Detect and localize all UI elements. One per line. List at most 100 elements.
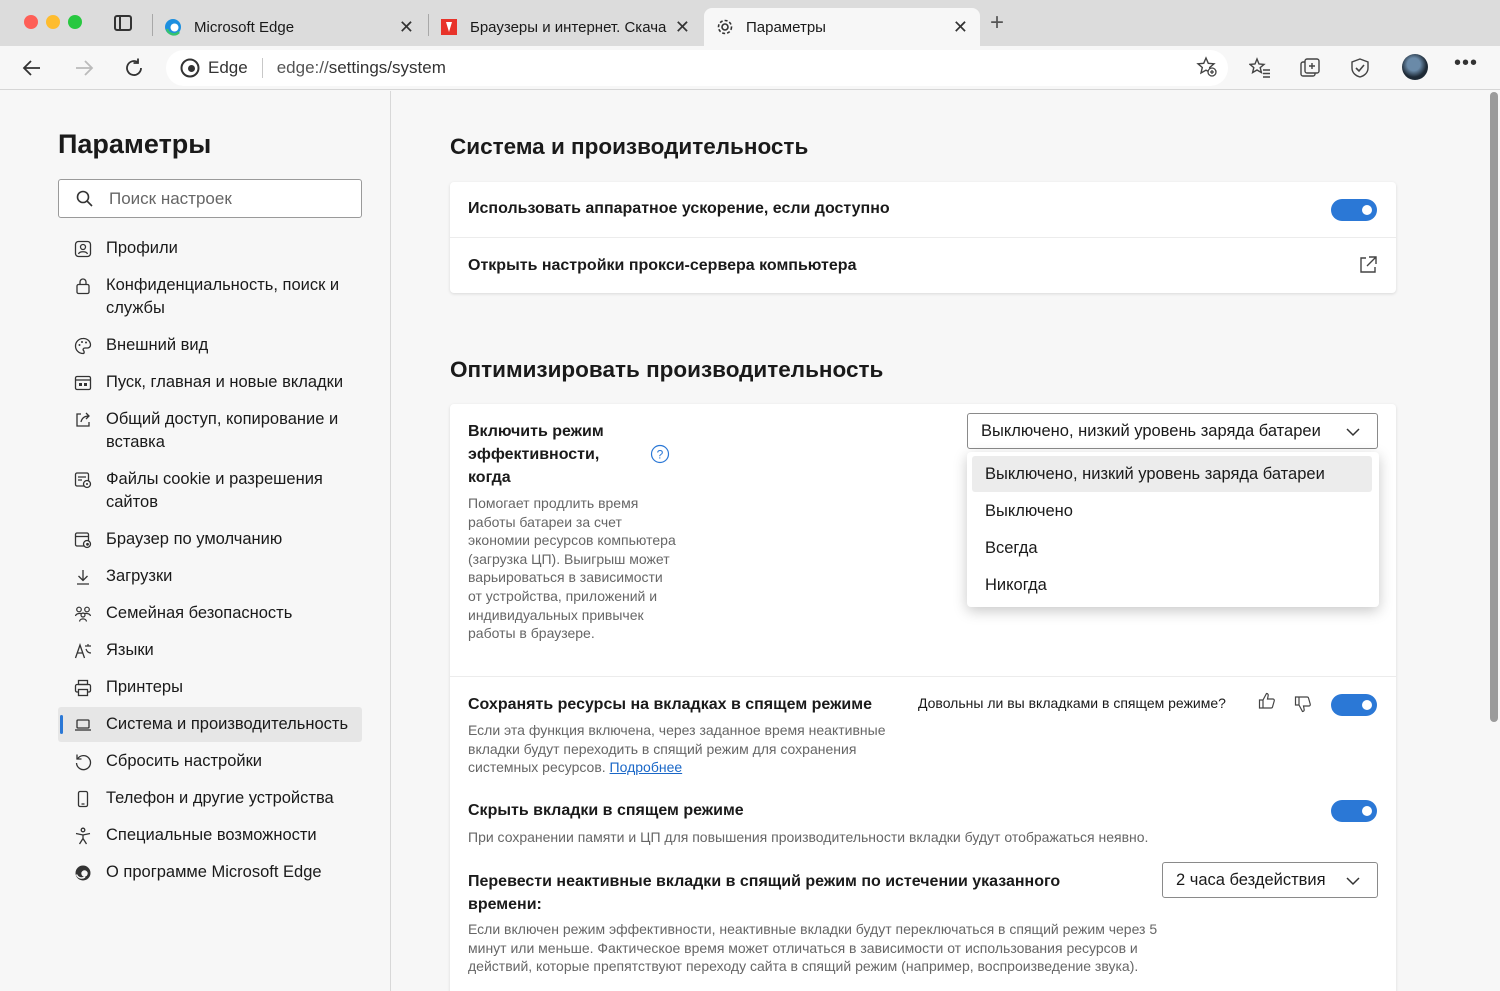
feedback-question: Довольны ли вы вкладками в спящем режиме…	[918, 695, 1226, 711]
sidebar-item-label: Семейная безопасность	[106, 604, 293, 622]
efficiency-mode-select[interactable]: Выключено, низкий уровень заряда батареи	[967, 413, 1378, 449]
external-link-icon[interactable]	[1358, 255, 1378, 280]
close-icon[interactable]: ✕	[399, 17, 414, 38]
learn-more-link[interactable]: Подробнее	[610, 759, 683, 775]
sidebar-item-label: Пуск, главная и новые вкладки	[106, 373, 344, 391]
toolbar: Edge edge:// settings/system •••	[0, 46, 1500, 90]
chevron-down-icon	[1345, 424, 1361, 445]
dropdown-option[interactable]: Выключено, низкий уровень заряда батареи	[972, 456, 1372, 492]
fade-tabs-toggle[interactable]	[1331, 800, 1377, 822]
sidebar-item-label: Внешний вид	[106, 336, 209, 354]
efficiency-mode-selected: Выключено, низкий уровень заряда батареи	[981, 421, 1321, 440]
address-brand: Edge	[208, 58, 248, 77]
row-divider	[450, 237, 1396, 238]
share-icon	[73, 408, 93, 431]
tab-title: Параметры	[746, 18, 826, 36]
avatar[interactable]	[1402, 54, 1428, 80]
sidebar-item-start-home[interactable]: Пуск, главная и новые вкладки	[58, 365, 362, 400]
dropdown-option[interactable]: Никогда	[972, 567, 1372, 603]
dropdown-option[interactable]: Всегда	[972, 530, 1372, 566]
profile-icon	[73, 237, 93, 260]
search-box[interactable]	[58, 179, 362, 218]
tab-settings[interactable]: Параметры ✕	[704, 8, 980, 46]
sidebar-item-languages[interactable]: Языки	[58, 633, 362, 668]
refresh-button[interactable]	[120, 54, 148, 82]
address-bar[interactable]: Edge edge:// settings/system	[166, 50, 1228, 86]
more-options-icon[interactable]: •••	[1454, 52, 1478, 75]
phone-icon	[73, 787, 93, 810]
sleeping-tabs-description: Если эта функция включена, через заданно…	[468, 721, 908, 777]
url-path: settings/system	[328, 58, 446, 77]
efficiency-mode-label: Включить режим эффективности, когда	[468, 423, 604, 486]
sleeping-tabs-toggle[interactable]	[1331, 694, 1377, 716]
close-icon[interactable]: ✕	[675, 17, 690, 38]
sidebar-item-cookies[interactable]: Файлы cookie и разрешения сайтов	[58, 462, 362, 520]
accessibility-icon	[73, 824, 93, 847]
sidebar-item-accessibility[interactable]: Специальные возможности	[58, 818, 362, 853]
tab-title: Microsoft Edge	[194, 18, 295, 36]
help-icon[interactable]: ?	[650, 444, 670, 469]
sidebar-item-share[interactable]: Общий доступ, копирование и вставка	[58, 402, 362, 460]
refresh-icon	[126, 58, 142, 76]
sleep-timeout-select[interactable]: 2 часа бездействия	[1162, 862, 1378, 898]
sidebar-item-phone[interactable]: Телефон и другие устройства	[58, 781, 362, 816]
sidebar-item-appearance[interactable]: Внешний вид	[58, 328, 362, 363]
tab-downloads-site[interactable]: Браузеры и интернет. Скача ✕	[440, 8, 702, 46]
back-arrow-icon	[22, 60, 40, 76]
thumbs-up-icon[interactable]	[1256, 690, 1278, 712]
hardware-accel-toggle[interactable]	[1331, 199, 1377, 221]
sidebar-item-label: Общий доступ, копирование и вставка	[106, 410, 339, 451]
svg-text:?: ?	[657, 448, 664, 462]
download-icon	[73, 565, 93, 588]
home-tabs-icon	[73, 371, 93, 394]
sidebar-item-default-browser[interactable]: Браузер по умолчанию	[58, 522, 362, 557]
sidebar-item-label: Телефон и другие устройства	[106, 789, 334, 807]
settings-content: Система и производительность Использоват…	[392, 91, 1500, 991]
sidebar-item-family[interactable]: Семейная безопасность	[58, 596, 362, 631]
cookie-permissions-icon	[73, 468, 93, 491]
sidebar-item-label: Языки	[106, 641, 154, 659]
sidebar-item-reset[interactable]: Сбросить настройки	[58, 744, 362, 779]
system-card: Использовать аппаратное ускорение, если …	[450, 182, 1396, 293]
row-divider	[450, 676, 1396, 677]
tab-separator	[428, 14, 429, 36]
close-icon[interactable]: ✕	[953, 17, 968, 38]
hardware-accel-label: Использовать аппаратное ускорение, если …	[468, 200, 890, 217]
laptop-icon	[73, 713, 93, 736]
tab-actions-icon[interactable]	[114, 15, 132, 31]
collections-icon[interactable]	[1296, 54, 1324, 82]
sidebar-item-label: Конфиденциальность, поиск и службы	[106, 276, 340, 317]
sleep-timeout-label: Перевести неактивные вкладки в спящий ре…	[468, 873, 1061, 913]
search-icon	[75, 189, 95, 214]
tab-microsoft-edge[interactable]: Microsoft Edge ✕	[164, 8, 426, 46]
chevron-down-icon	[1345, 873, 1361, 894]
sidebar-item-system[interactable]: Система и производительность	[58, 707, 362, 742]
new-tab-button[interactable]: +	[990, 11, 1004, 35]
url-prefix: edge://	[276, 58, 329, 77]
forward-button[interactable]	[70, 54, 98, 82]
scrollbar[interactable]	[1490, 92, 1498, 722]
sidebar-item-printers[interactable]: Принтеры	[58, 670, 362, 705]
gear-icon	[716, 18, 734, 36]
page-title: Параметры	[58, 129, 212, 159]
browser-essentials-icon[interactable]	[1346, 54, 1374, 82]
sidebar-item-about[interactable]: О программе Microsoft Edge	[58, 855, 362, 890]
thumbs-down-icon[interactable]	[1292, 693, 1314, 715]
back-button[interactable]	[18, 54, 46, 82]
forward-arrow-icon	[76, 60, 94, 76]
search-input[interactable]	[109, 180, 349, 217]
edge-icon	[73, 861, 93, 884]
sidebar-item-privacy[interactable]: Конфиденциальность, поиск и службы	[58, 268, 362, 326]
add-favorite-icon[interactable]	[1196, 56, 1218, 83]
close-window-button[interactable]	[24, 15, 38, 29]
efficiency-mode-dropdown: Выключено, низкий уровень заряда батареи…	[967, 452, 1379, 607]
sidebar-item-profiles[interactable]: Профили	[58, 231, 362, 266]
maximize-window-button[interactable]	[68, 15, 82, 29]
sleep-timeout-description: Если включен режим эффективности, неакти…	[468, 921, 1158, 975]
minimize-window-button[interactable]	[46, 15, 60, 29]
sidebar-item-downloads[interactable]: Загрузки	[58, 559, 362, 594]
dropdown-option[interactable]: Выключено	[972, 493, 1372, 529]
tab-strip: Microsoft Edge ✕ Браузеры и интернет. Ск…	[0, 0, 1500, 46]
language-icon	[73, 639, 93, 662]
favorites-icon[interactable]	[1246, 54, 1274, 82]
